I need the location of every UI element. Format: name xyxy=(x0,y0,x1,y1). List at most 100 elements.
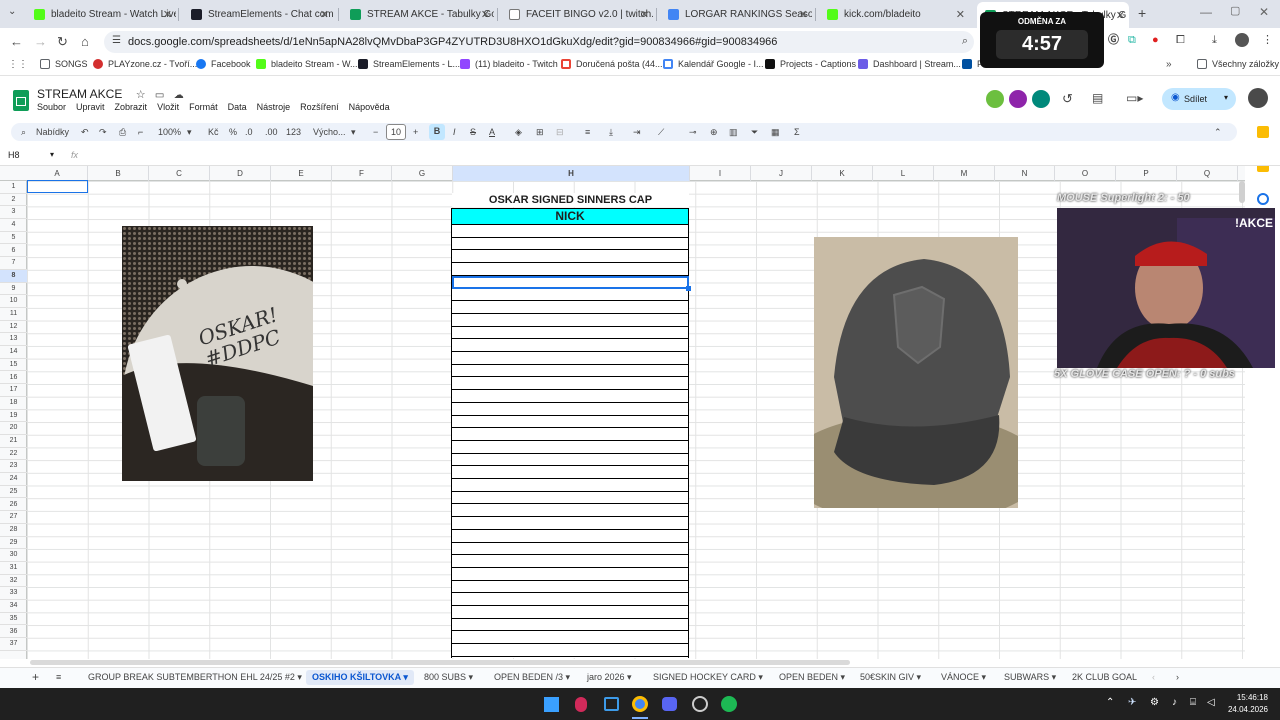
row-header[interactable]: 7 xyxy=(0,257,27,270)
cap-title-cell[interactable]: OSKAR SIGNED SINNERS CAP xyxy=(452,193,689,207)
print-icon[interactable]: ⎙ xyxy=(119,125,126,139)
row-header[interactable]: 2 xyxy=(0,194,27,207)
merge-cells-icon[interactable]: ⊟ xyxy=(556,125,564,139)
spotify-icon[interactable] xyxy=(721,696,737,712)
text-color-icon[interactable]: A xyxy=(489,125,495,139)
sheet-tab[interactable]: SIGNED HOCKEY CARD ▾ xyxy=(653,672,763,683)
italic-icon[interactable]: I xyxy=(453,125,456,139)
chevron-down-icon[interactable]: ▾ xyxy=(187,125,192,139)
number-format-button[interactable]: 123 xyxy=(286,125,301,139)
browser-tab[interactable]: LORGAR RANKINGS Season 1 ✕ xyxy=(660,4,812,24)
row-header[interactable]: 19 xyxy=(0,410,27,423)
row-header[interactable]: 20 xyxy=(0,422,27,435)
add-sheet-icon[interactable]: + xyxy=(32,670,39,684)
row-header[interactable]: 36 xyxy=(0,626,27,639)
sheet-tab[interactable]: VÁNOCE ▾ xyxy=(941,672,986,683)
all-sheets-icon[interactable]: ≡ xyxy=(56,672,61,682)
row-header[interactable]: 32 xyxy=(0,575,27,588)
column-header[interactable]: F xyxy=(332,166,392,181)
chevron-down-icon[interactable]: ▾ xyxy=(50,150,54,159)
windows-start-icon[interactable] xyxy=(544,697,559,712)
network-icon[interactable]: ⌸ xyxy=(1190,697,1196,708)
search-menus-icon[interactable]: ⌕ xyxy=(21,125,26,139)
close-icon[interactable]: ✕ xyxy=(799,8,808,21)
all-bookmarks[interactable]: Všechny záložky xyxy=(1197,59,1279,69)
extension-icon[interactable]: Ⓖ xyxy=(1108,35,1119,46)
font-select[interactable]: Výcho... xyxy=(313,125,346,139)
menu-data[interactable]: Data xyxy=(228,102,247,116)
obs-icon[interactable] xyxy=(692,696,708,712)
filter-views-icon[interactable]: ▦ xyxy=(771,125,780,139)
bookmark-item[interactable]: Dashboard | Stream... xyxy=(858,59,961,69)
browser-tab[interactable]: FACEIT BINGO v2.0 | twitch.tv/ ✕ xyxy=(501,4,653,24)
browser-tab[interactable]: STREAM AKCE - Tabulky Googl ✕ xyxy=(342,4,494,24)
text-rotation-icon[interactable]: ⟋ xyxy=(658,125,664,139)
menu-icon[interactable]: ⋮ xyxy=(1262,35,1273,46)
close-icon[interactable]: ✕ xyxy=(956,8,965,21)
row-header[interactable]: 29 xyxy=(0,537,27,550)
download-icon[interactable]: ⤓ xyxy=(1212,35,1217,46)
scroll-right-icon[interactable]: › xyxy=(1176,672,1179,682)
row-header[interactable]: 23 xyxy=(0,460,27,474)
forward-icon[interactable]: → xyxy=(34,35,47,48)
show-hidden-icons-icon[interactable]: ⌃ xyxy=(1106,697,1114,708)
profile-avatar[interactable] xyxy=(1235,33,1249,47)
search-menus-label[interactable]: Nabídky xyxy=(36,125,69,139)
row-header[interactable]: 18 xyxy=(0,397,27,410)
column-header[interactable]: J xyxy=(751,166,812,181)
bookmark-item[interactable]: (11) bladeito - Twitch xyxy=(460,59,558,69)
chart-icon[interactable]: ▥ xyxy=(729,125,738,139)
row-header[interactable]: 17 xyxy=(0,384,27,397)
share-button[interactable]: ◉ Sdílet ▾ xyxy=(1162,88,1236,110)
column-header[interactable]: K xyxy=(812,166,873,181)
row-header[interactable]: 4 xyxy=(0,219,27,232)
app-icon[interactable] xyxy=(575,697,587,712)
column-header[interactable]: H xyxy=(453,166,690,181)
column-header[interactable]: A xyxy=(27,166,88,181)
more-bookmarks-icon[interactable]: » xyxy=(1166,60,1172,70)
fill-color-icon[interactable]: ◈ xyxy=(515,125,522,139)
sheet-tab[interactable]: jaro 2026 ▾ xyxy=(587,672,632,683)
undo-icon[interactable]: ↶ xyxy=(81,125,89,139)
sheet-tab[interactable]: SUBWARS ▾ xyxy=(1004,672,1056,683)
strikethrough-icon[interactable]: S xyxy=(470,125,476,139)
sheet-tab[interactable]: OPEN BEDEN /3 ▾ xyxy=(494,672,570,683)
extension-icon[interactable]: ⧉ xyxy=(1128,35,1136,46)
sheet-tab[interactable]: 800 SUBS ▾ xyxy=(424,672,473,683)
font-size-input[interactable]: 10 xyxy=(386,124,406,140)
row-header[interactable]: 24 xyxy=(0,473,27,486)
menu-edit[interactable]: Upravit xyxy=(76,102,105,116)
row-header[interactable]: 33 xyxy=(0,587,27,601)
menu-view[interactable]: Zobrazit xyxy=(115,102,148,116)
vertical-align-icon[interactable]: ⤓ xyxy=(609,125,613,139)
row-header[interactable]: 37 xyxy=(0,638,27,651)
browser-tab[interactable]: bladeito Stream - Watch Live o ✕ xyxy=(26,4,176,24)
comment-icon[interactable]: ⊕ xyxy=(710,125,718,139)
currency-button[interactable]: Kč xyxy=(208,125,219,139)
browser-tab[interactable]: kick.com/bladeito ✕ xyxy=(819,4,969,24)
browser-tab[interactable]: StreamElements - Chat comma ✕ xyxy=(183,4,333,24)
user-avatar[interactable] xyxy=(1248,88,1268,108)
collaborator-avatar[interactable] xyxy=(1009,90,1027,108)
bookmark-item[interactable]: Kalendář Google - I... xyxy=(663,59,764,69)
column-header[interactable]: Q xyxy=(1177,166,1238,181)
row-header[interactable]: 3 xyxy=(0,206,27,220)
column-header[interactable]: L xyxy=(873,166,934,181)
clock-time[interactable]: 15:46:18 xyxy=(1228,693,1268,702)
decrease-decimal-button[interactable]: .0 xyxy=(245,125,253,139)
column-header[interactable]: I xyxy=(690,166,751,181)
font-size-decrease-icon[interactable]: − xyxy=(373,125,378,139)
link-icon[interactable]: ⊸ xyxy=(689,125,697,139)
row-header[interactable]: 21 xyxy=(0,435,27,448)
tray-app-icon[interactable]: ✈ xyxy=(1128,697,1136,708)
column-header[interactable]: G xyxy=(392,166,453,181)
row-header[interactable]: 11 xyxy=(0,308,27,321)
row-header[interactable]: 9 xyxy=(0,283,27,296)
sheet-tab[interactable]: GROUP BREAK SUBTEMBERTHON EHL 24/25 #2 ▾ xyxy=(88,672,302,683)
chevron-down-icon[interactable]: ▾ xyxy=(351,125,356,139)
menu-insert[interactable]: Vložit xyxy=(157,102,179,116)
keep-icon[interactable] xyxy=(1257,126,1269,138)
site-info-icon[interactable]: ☰ xyxy=(112,36,121,46)
microphone-icon[interactable]: ♪ xyxy=(1172,697,1177,708)
comments-icon[interactable]: ▤ xyxy=(1092,92,1103,104)
